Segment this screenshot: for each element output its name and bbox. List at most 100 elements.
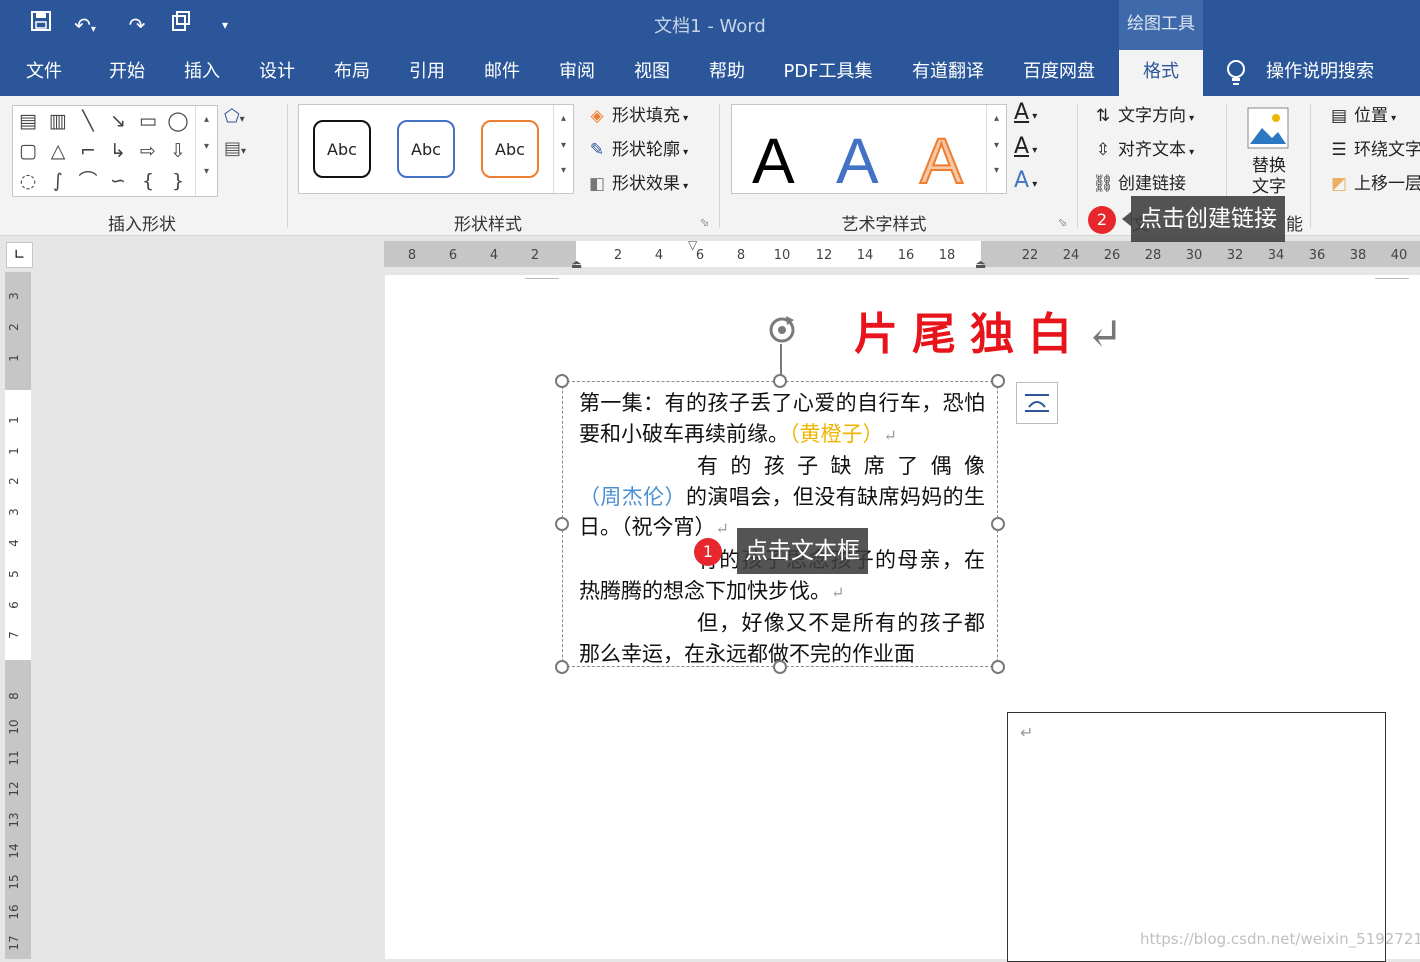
tab-mailings[interactable]: 邮件 xyxy=(471,50,533,96)
wordart-blue-sample[interactable]: A xyxy=(836,119,879,203)
ruler-tick-label: 36 xyxy=(1309,248,1326,263)
rotate-handle-icon[interactable] xyxy=(764,312,800,348)
ruler-tick-label: 3 xyxy=(7,292,21,300)
shape-style-black[interactable]: Abc xyxy=(313,120,371,178)
wrap-text-icon: ☰ xyxy=(1331,140,1347,160)
resize-handle-top-right[interactable] xyxy=(991,374,1005,388)
text-direction-button[interactable]: ⇅ 文字方向 ▾ xyxy=(1090,102,1194,130)
layout-options-icon[interactable] xyxy=(1016,382,1058,424)
shape-fill-button[interactable]: ◈ 形状填充 ▾ xyxy=(584,102,688,130)
tab-help[interactable]: 帮助 xyxy=(696,50,758,96)
vertical-text-box-shape-icon[interactable]: ▥ xyxy=(45,108,71,134)
tab-layout[interactable]: 布局 xyxy=(321,50,383,96)
bring-forward-button[interactable]: ◩ 上移一层 xyxy=(1326,170,1420,198)
triangle-shape-icon[interactable]: △ xyxy=(45,138,71,164)
wrap-text-button[interactable]: ☰ 环绕文字 xyxy=(1326,136,1420,164)
tab-references[interactable]: 引用 xyxy=(396,50,458,96)
resize-handle-right[interactable] xyxy=(991,517,1005,531)
tab-review[interactable]: 审阅 xyxy=(546,50,608,96)
rounded-rectangle-shape-icon[interactable]: ▢ xyxy=(15,138,41,164)
tell-me-search[interactable]: 操作说明搜索 xyxy=(1262,50,1378,96)
ruler-tick-label: 18 xyxy=(939,248,956,263)
arrow-line-shape-icon[interactable]: ↘ xyxy=(105,108,131,134)
ruler-tick-label: 2 xyxy=(7,477,21,485)
tab-view[interactable]: 视图 xyxy=(621,50,683,96)
shapes-gallery-scroll[interactable]: ▴ ▾ ▾ xyxy=(195,106,217,196)
ruler-tick-label: 17 xyxy=(7,935,21,950)
paint-bucket-icon: ◈ xyxy=(590,106,604,126)
tab-selector[interactable]: ∟ xyxy=(6,242,33,268)
shape-effects-button[interactable]: ◧ 形状效果 ▾ xyxy=(584,170,688,198)
shape-style-orange[interactable]: Abc xyxy=(481,120,539,178)
draw-text-box-icon[interactable]: ▤▾ xyxy=(224,138,264,162)
right-brace-shape-icon[interactable]: } xyxy=(165,168,191,194)
position-button[interactable]: ▤ 位置 ▾ xyxy=(1326,102,1396,130)
tab-home[interactable]: 开始 xyxy=(96,50,158,96)
shapes-gallery[interactable]: ▤ ▥ ╲ ↘ ▭ ◯ ▢ △ ⌐ ↳ ⇨ ⇩ ◌ ∫ ⌒ ∽ { } ▴ ▾ ▾ xyxy=(12,105,218,197)
arc-shape-icon[interactable]: ⌒ xyxy=(75,168,101,194)
tab-youdao[interactable]: 有道翻译 xyxy=(900,50,996,96)
scribble-shape-icon[interactable]: ∫ xyxy=(45,168,71,194)
tab-baidu-disk[interactable]: 百度网盘 xyxy=(1011,50,1107,96)
elbow-connector-shape-icon[interactable]: ⌐ xyxy=(75,138,101,164)
text-box-shape-icon[interactable]: ▤ xyxy=(15,108,41,134)
tab-pdf-tools[interactable]: PDF工具集 xyxy=(771,50,885,96)
dialog-launcher-icon[interactable]: ⬂ xyxy=(1058,216,1067,229)
left-brace-shape-icon[interactable]: { xyxy=(135,168,161,194)
alt-text-icon[interactable] xyxy=(1246,106,1290,150)
freeform-shape-icon[interactable]: ◌ xyxy=(15,168,41,194)
wordart-gallery[interactable]: A A A ▴ ▾ ▾ xyxy=(731,104,1007,198)
text-outline-icon[interactable]: A ▾ xyxy=(1014,134,1062,164)
resize-handle-left[interactable] xyxy=(555,517,569,531)
down-arrow-shape-icon[interactable]: ⇩ xyxy=(165,138,191,164)
align-text-button[interactable]: ⇳ 对齐文本 ▾ xyxy=(1090,136,1194,164)
dialog-launcher-icon[interactable]: ⬂ xyxy=(700,216,709,229)
second-text-box[interactable]: ↵ xyxy=(1007,712,1386,962)
ruler-tick-label: 24 xyxy=(1063,248,1080,263)
tab-format[interactable]: 格式 xyxy=(1119,50,1203,96)
vertical-ruler-ticks: 321112345678101112131415161718 xyxy=(7,292,21,950)
shape-styles-scroll[interactable]: ▴ ▾ ▾ xyxy=(553,105,573,193)
ruler-tick-label: 38 xyxy=(1350,248,1367,263)
margin-corner-mark xyxy=(525,275,559,279)
shape-styles-gallery[interactable]: Abc Abc Abc ▴ ▾ ▾ xyxy=(298,104,574,194)
tab-file[interactable]: 文件 xyxy=(14,50,74,96)
tab-design[interactable]: 设计 xyxy=(246,50,308,96)
vertical-ruler[interactable]: 321112345678101112131415161718 xyxy=(5,272,31,959)
create-link-button[interactable]: ⛓ 创建链接 xyxy=(1090,170,1186,198)
line-shape-icon[interactable]: ╲ xyxy=(75,108,101,134)
text-fill-icon[interactable]: A ▾ xyxy=(1014,100,1062,130)
wordart-orange-sample[interactable]: A xyxy=(919,119,964,203)
watermark: https://blog.csdn.net/weixin_51927215 xyxy=(1140,930,1420,948)
tab-insert[interactable]: 插入 xyxy=(171,50,233,96)
lightbulb-icon[interactable] xyxy=(1224,58,1250,88)
ruler-tick-label: 1 xyxy=(7,447,21,455)
position-icon: ▤ xyxy=(1330,106,1348,126)
annotation-badge-1: 1 xyxy=(694,538,722,566)
ruler-tick-label: 14 xyxy=(7,843,21,858)
right-arrow-shape-icon[interactable]: ⇨ xyxy=(135,138,161,164)
resize-handle-top-left[interactable] xyxy=(555,374,569,388)
horizontal-ruler[interactable]: ⏏ ▽ ⏏ 8 6 4 2 2 4 6 8 10 12 14 16 18 22 24 26 28 30 32 34 36… xyxy=(384,238,1420,271)
wordart-scroll[interactable]: ▴ ▾ ▾ xyxy=(986,105,1006,193)
elbow-arrow-connector-shape-icon[interactable]: ↳ xyxy=(105,138,131,164)
rectangle-shape-icon[interactable]: ▭ xyxy=(135,108,161,134)
resize-handle-top[interactable] xyxy=(773,374,787,388)
shape-style-blue[interactable]: Abc xyxy=(397,120,455,178)
resize-handle-bottom[interactable] xyxy=(773,660,787,674)
wordart-group-label: 艺术字样式 xyxy=(841,215,927,235)
ruler-tick-label: 2 xyxy=(614,248,622,263)
resize-handle-bottom-left[interactable] xyxy=(555,660,569,674)
oval-shape-icon[interactable]: ◯ xyxy=(165,108,191,134)
edit-shape-icon[interactable]: ⬠▾ xyxy=(224,106,264,130)
ruler-tick-label: 6 xyxy=(7,601,21,609)
shape-outline-button[interactable]: ✎ 形状轮廓 ▾ xyxy=(584,136,688,164)
alt-text-button[interactable]: 替换 文字 xyxy=(1238,156,1300,198)
ruler-tick-label: 28 xyxy=(1145,248,1162,263)
wordart-black-sample[interactable]: A xyxy=(752,119,795,203)
paragraph-mark: ↵ xyxy=(1020,723,1034,742)
text-effects-icon[interactable]: A ▾ xyxy=(1014,168,1062,198)
paragraph-mark: ↵ xyxy=(1086,309,1123,360)
curve-shape-icon[interactable]: ∽ xyxy=(105,168,131,194)
resize-handle-bottom-right[interactable] xyxy=(991,660,1005,674)
